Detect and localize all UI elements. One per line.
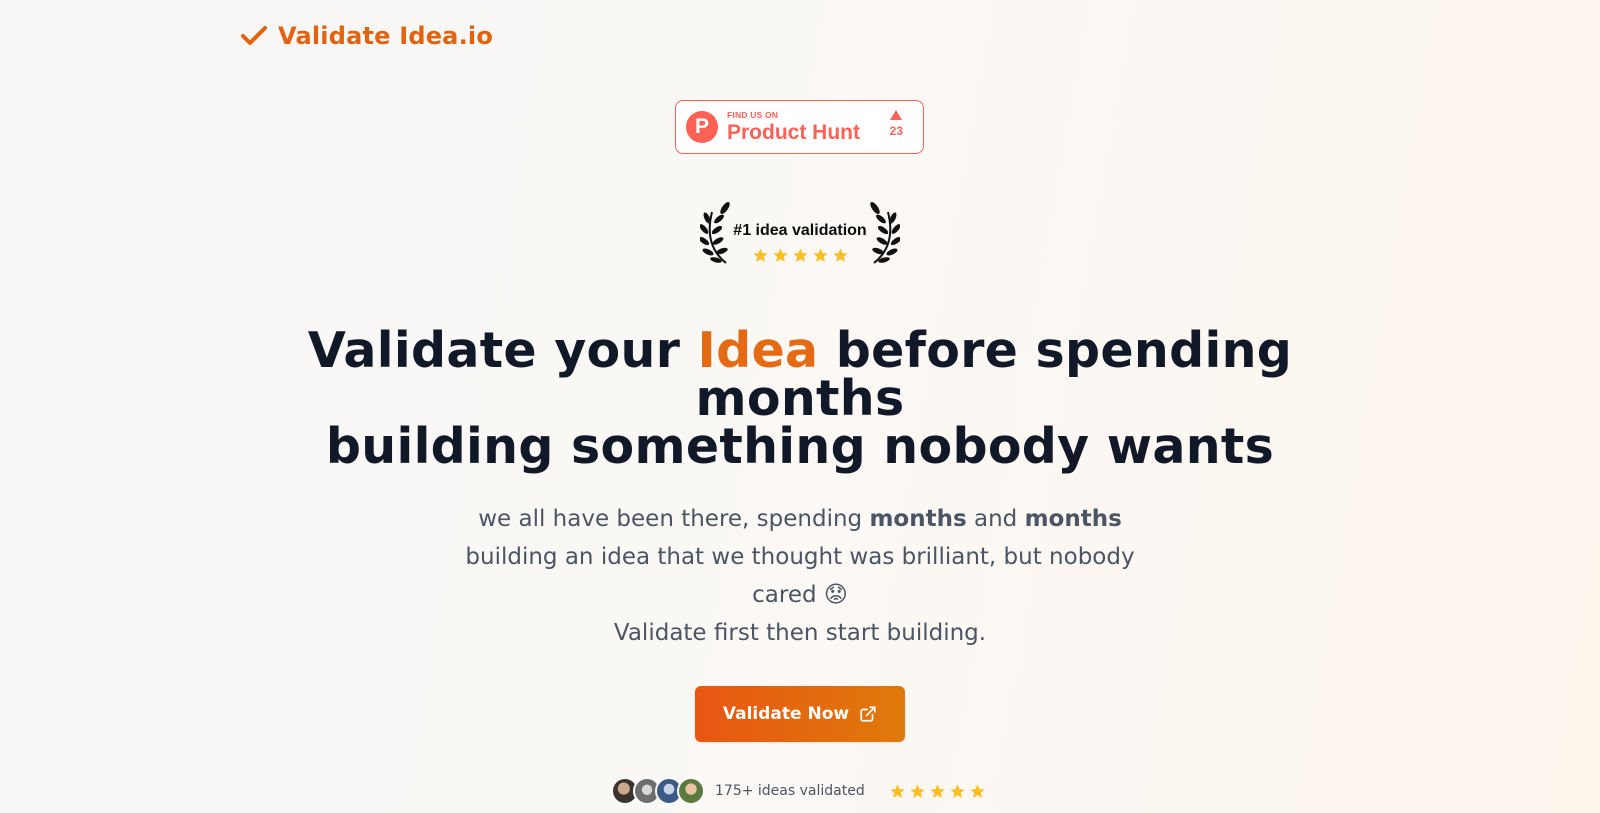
validate-now-label: Validate Now (722, 704, 850, 724)
user-avatars (611, 777, 705, 805)
upvote-arrow-icon (890, 110, 903, 120)
social-proof-rating-stars (889, 783, 986, 800)
star-icon (832, 248, 848, 262)
product-hunt-small-label: FIND US ON (727, 109, 779, 120)
headline-part1: Validate your (307, 322, 698, 379)
external-link-icon (860, 706, 876, 722)
hero-headline: Validate your Idea before spending month… (300, 326, 1300, 471)
brand-logo-link[interactable]: Validate Idea.io (240, 22, 493, 50)
subtitle-text: and (966, 506, 1025, 532)
star-icon (752, 248, 768, 262)
star-icon (970, 783, 985, 798)
award-rating-stars (696, 247, 904, 264)
star-icon (910, 783, 925, 798)
product-hunt-logo-icon: P (686, 111, 718, 143)
subtitle-emphasis: months (869, 506, 967, 532)
subtitle-line1: we all have been there, spending months … (400, 500, 1200, 538)
star-icon (890, 783, 905, 798)
validate-now-button[interactable]: Validate Now (695, 686, 905, 742)
star-icon (812, 248, 828, 262)
star-icon (930, 783, 945, 798)
ideas-validated-count: 175+ ideas validated (715, 783, 865, 799)
product-hunt-text: FIND US ON Product Hunt (727, 111, 860, 144)
product-hunt-votes: 23 (890, 110, 903, 138)
award-badge: #1 idea validation (696, 198, 904, 268)
checkmark-icon (241, 26, 267, 45)
product-hunt-vote-count: 23 (889, 124, 903, 138)
award-title: #1 idea validation (733, 222, 867, 239)
star-icon (950, 783, 965, 798)
subtitle-line3: Validate first then start building. (613, 620, 987, 646)
subtitle-line2: building an idea that we thought was bri… (465, 544, 1135, 608)
avatar (677, 777, 705, 805)
star-icon (772, 248, 788, 262)
star-icon (792, 248, 808, 262)
product-hunt-label: Product Hunt (727, 121, 860, 145)
product-hunt-badge[interactable]: P FIND US ON Product Hunt 23 (675, 100, 924, 154)
headline-line2: building something nobody wants (325, 418, 1275, 475)
hero-subtitle: we all have been there, spending months … (400, 500, 1200, 652)
social-proof: 175+ ideas validated (611, 776, 986, 806)
subtitle-text: we all have been there, spending (478, 506, 870, 532)
brand-name: Validate Idea.io (278, 22, 494, 50)
subtitle-emphasis: months (1024, 506, 1122, 532)
